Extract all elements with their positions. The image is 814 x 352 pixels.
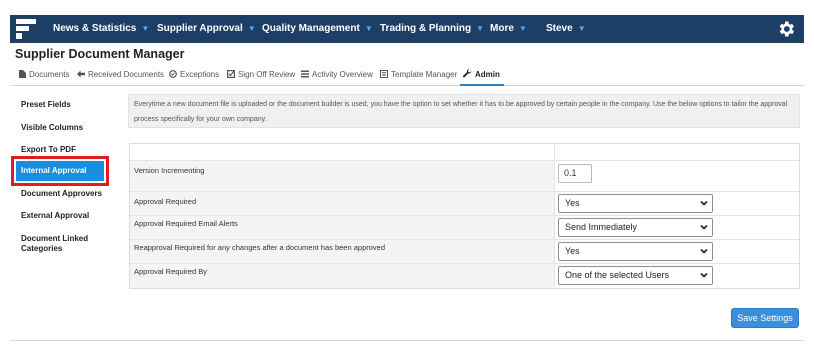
settings-table: Version Incrementing 0.1 Approval Requir… (129, 143, 800, 289)
table-header-row (130, 144, 799, 161)
table-row: Reapproval Required for any changes afte… (130, 240, 799, 264)
tab-received-documents[interactable]: Received Documents (77, 66, 164, 85)
check-square-icon (227, 70, 236, 79)
nav-quality-management[interactable]: Quality Management ▼ (262, 15, 373, 43)
setting-label: Approval Required By (130, 264, 555, 288)
tab-exceptions[interactable]: Exceptions (169, 66, 219, 85)
setting-control-cell: 0.1 (555, 161, 799, 191)
reapproval-required-select[interactable]: Yes (558, 242, 713, 261)
gear-icon[interactable] (776, 19, 796, 39)
wrench-icon (463, 68, 472, 78)
nav-trading-planning[interactable]: Trading & Planning ▼ (380, 15, 484, 43)
tab-bar: Documents Received Documents Exceptions … (10, 66, 804, 86)
sidebar-item-internal-approval[interactable]: Internal Approval (16, 161, 104, 181)
template-icon (380, 70, 388, 78)
top-nav-bar: News & Statistics ▼ Supplier Approval ▼ Qu… (10, 15, 804, 43)
chevron-down-icon (700, 248, 708, 254)
divider (10, 340, 804, 341)
nav-user-menu[interactable]: Steve ▼ (546, 15, 586, 43)
info-banner: Everytime a new document file is uploade… (128, 94, 800, 128)
chevron-down-icon: ▼ (577, 24, 586, 33)
sidebar-item-external-approval[interactable]: External Approval (21, 211, 89, 221)
arrow-left-icon (77, 70, 85, 78)
table-row: Approval Required Email Alerts Send Imme… (130, 216, 799, 240)
table-row: Approval Required By One of the selected… (130, 264, 799, 288)
table-header-cell (130, 144, 555, 160)
page-title: Supplier Document Manager (15, 47, 185, 61)
setting-label: Reapproval Required for any changes afte… (130, 240, 555, 263)
sidebar-item-export-to-pdf[interactable]: Export To PDF (21, 145, 76, 155)
document-icon (19, 70, 26, 78)
table-row: Version Incrementing 0.1 (130, 161, 799, 192)
table-header-cell (555, 144, 799, 160)
setting-label: Version Incrementing (130, 161, 555, 191)
chevron-down-icon (700, 224, 708, 230)
setting-control-cell: Yes (555, 192, 799, 215)
sidebar-item-visible-columns[interactable]: Visible Columns (21, 123, 83, 133)
nav-more[interactable]: More ▼ (490, 15, 527, 43)
setting-label: Approval Required Email Alerts (130, 216, 555, 239)
setting-control-cell: One of the selected Users (555, 264, 799, 288)
chevron-down-icon (700, 200, 708, 206)
chevron-down-icon: ▼ (141, 24, 150, 33)
chevron-down-icon: ▼ (476, 24, 485, 33)
sidebar-item-document-approvers[interactable]: Document Approvers (21, 189, 102, 199)
save-settings-button[interactable]: Save Settings (731, 308, 799, 328)
logo-icon[interactable] (16, 19, 36, 39)
setting-label: Approval Required (130, 192, 555, 215)
tab-sign-off-review[interactable]: Sign Off Review (227, 66, 295, 85)
sidebar-item-document-linked-categories[interactable]: Document Linked Categories (21, 234, 101, 254)
chevron-down-icon: ▼ (364, 24, 373, 33)
chevron-down-icon: ▼ (518, 24, 527, 33)
nav-supplier-approval[interactable]: Supplier Approval ▼ (157, 15, 256, 43)
tab-documents[interactable]: Documents (19, 66, 69, 85)
table-row: Approval Required Yes (130, 192, 799, 216)
alert-circle-icon (169, 70, 177, 78)
approval-required-select[interactable]: Yes (558, 194, 713, 213)
tab-admin[interactable]: Admin (463, 66, 500, 85)
sidebar-item-preset-fields[interactable]: Preset Fields (21, 100, 71, 110)
version-incrementing-input[interactable]: 0.1 (558, 164, 592, 183)
nav-news-statistics[interactable]: News & Statistics ▼ (53, 15, 149, 43)
tab-template-manager[interactable]: Template Manager (380, 66, 457, 85)
list-icon (301, 70, 309, 78)
chevron-down-icon: ▼ (247, 24, 256, 33)
setting-control-cell: Yes (555, 240, 799, 263)
approval-email-alerts-select[interactable]: Send Immediately (558, 218, 713, 237)
active-tab-indicator (460, 84, 504, 86)
setting-control-cell: Send Immediately (555, 216, 799, 239)
approval-required-by-select[interactable]: One of the selected Users (558, 266, 713, 285)
tab-activity-overview[interactable]: Activity Overview (301, 66, 373, 85)
chevron-down-icon (700, 272, 708, 278)
